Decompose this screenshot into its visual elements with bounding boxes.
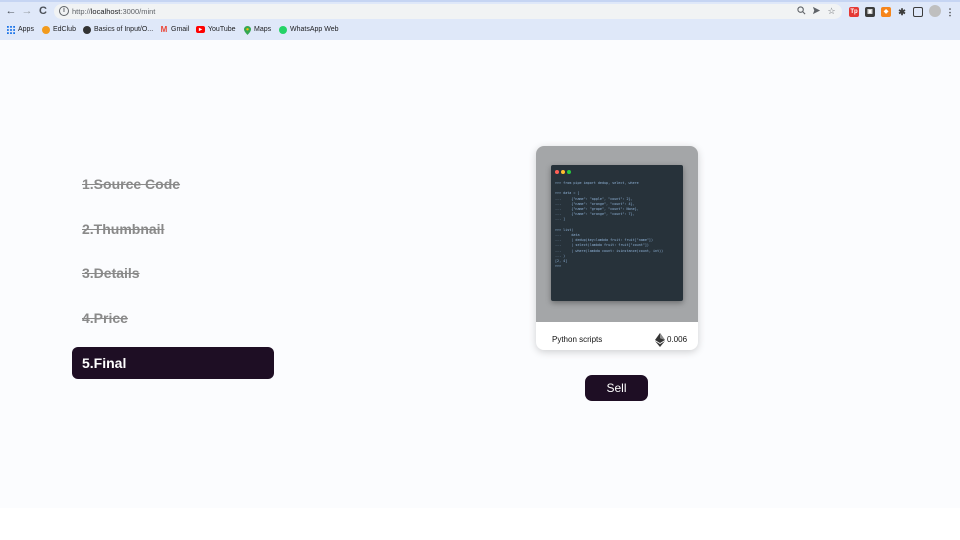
bookmark-maps[interactable]: Maps	[243, 24, 271, 35]
url-scheme: http://	[72, 7, 91, 16]
nft-price: 0.006	[667, 335, 688, 344]
step-thumbnail[interactable]: 2.Thumbnail	[72, 213, 274, 245]
extensions-puzzle-icon[interactable]: ✱	[897, 7, 907, 17]
extension-tp-icon[interactable]: Tp	[849, 7, 859, 17]
ethereum-icon	[655, 333, 665, 347]
edclub-icon	[42, 25, 50, 34]
bookmark-label: Apps	[18, 26, 34, 33]
nft-preview-card[interactable]: >>> from pipe import dedup, select, wher…	[536, 146, 698, 350]
maps-pin-icon	[243, 25, 251, 35]
sell-button[interactable]: Sell	[585, 375, 648, 401]
address-url[interactable]: http://localhost:3000/mint	[72, 6, 155, 17]
step-final[interactable]: 5.Final	[72, 347, 274, 379]
youtube-icon: ▸	[196, 26, 205, 33]
step-details[interactable]: 3.Details	[72, 257, 274, 289]
bookmark-label: WhatsApp Web	[290, 26, 339, 33]
bookmark-edclub[interactable]: EdClub	[42, 24, 76, 35]
send-icon[interactable]	[811, 6, 822, 17]
site-info-icon[interactable]: i	[59, 6, 69, 16]
extension-square-icon[interactable]: ▣	[865, 7, 875, 17]
nft-title: Python scripts	[552, 335, 603, 344]
address-bar-row: ← → C i http://localhost:3000/mint ☆ Tp …	[0, 2, 960, 20]
side-panel-icon[interactable]	[913, 7, 923, 17]
code-snippet: >>> from pipe import dedup, select, wher…	[555, 181, 664, 269]
reload-icon[interactable]: C	[36, 4, 50, 18]
back-arrow-icon[interactable]: ←	[4, 4, 18, 18]
code-screenshot: >>> from pipe import dedup, select, wher…	[551, 165, 683, 301]
bookmark-label: EdClub	[53, 26, 76, 33]
url-host: localhost	[90, 7, 121, 16]
bookmark-basics[interactable]: Basics of Input/O...	[83, 24, 153, 35]
bookmark-star-icon[interactable]: ☆	[826, 6, 837, 17]
forward-arrow-icon[interactable]: →	[20, 4, 34, 18]
profile-avatar[interactable]	[929, 5, 941, 17]
metamask-fox-icon[interactable]: ◆	[881, 7, 891, 17]
bookmarks-bar: Apps EdClub Basics of Input/O... M Gmail…	[0, 21, 960, 38]
browser-menu-icon[interactable]: ⋮	[945, 7, 955, 17]
window-dots	[555, 170, 571, 174]
bookmark-label: Maps	[254, 26, 272, 33]
bookmark-gmail[interactable]: M Gmail	[160, 24, 190, 35]
whatsapp-icon	[279, 25, 287, 34]
url-path: :3000/mint	[120, 7, 156, 16]
nft-thumbnail: >>> from pipe import dedup, select, wher…	[536, 146, 698, 322]
bookmark-label: YouTube	[208, 26, 236, 33]
step-price[interactable]: 4.Price	[72, 302, 274, 334]
bookmark-youtube[interactable]: ▸ YouTube	[196, 24, 236, 35]
globe-icon	[83, 25, 91, 34]
mint-page: 1.Source Code 2.Thumbnail 3.Details 4.Pr…	[0, 40, 960, 508]
gmail-icon: M	[160, 24, 168, 34]
zoom-search-icon[interactable]	[796, 6, 807, 17]
step-source-code[interactable]: 1.Source Code	[72, 168, 274, 200]
bookmark-apps[interactable]: Apps	[7, 24, 34, 35]
bookmark-label: Basics of Input/O...	[94, 26, 154, 33]
address-bar[interactable]: i http://localhost:3000/mint ☆	[54, 4, 842, 19]
apps-grid-icon	[7, 25, 15, 34]
bookmark-whatsapp[interactable]: WhatsApp Web	[279, 24, 339, 35]
bookmark-label: Gmail	[171, 26, 190, 33]
browser-chrome: ← → C i http://localhost:3000/mint ☆ Tp …	[0, 0, 960, 40]
